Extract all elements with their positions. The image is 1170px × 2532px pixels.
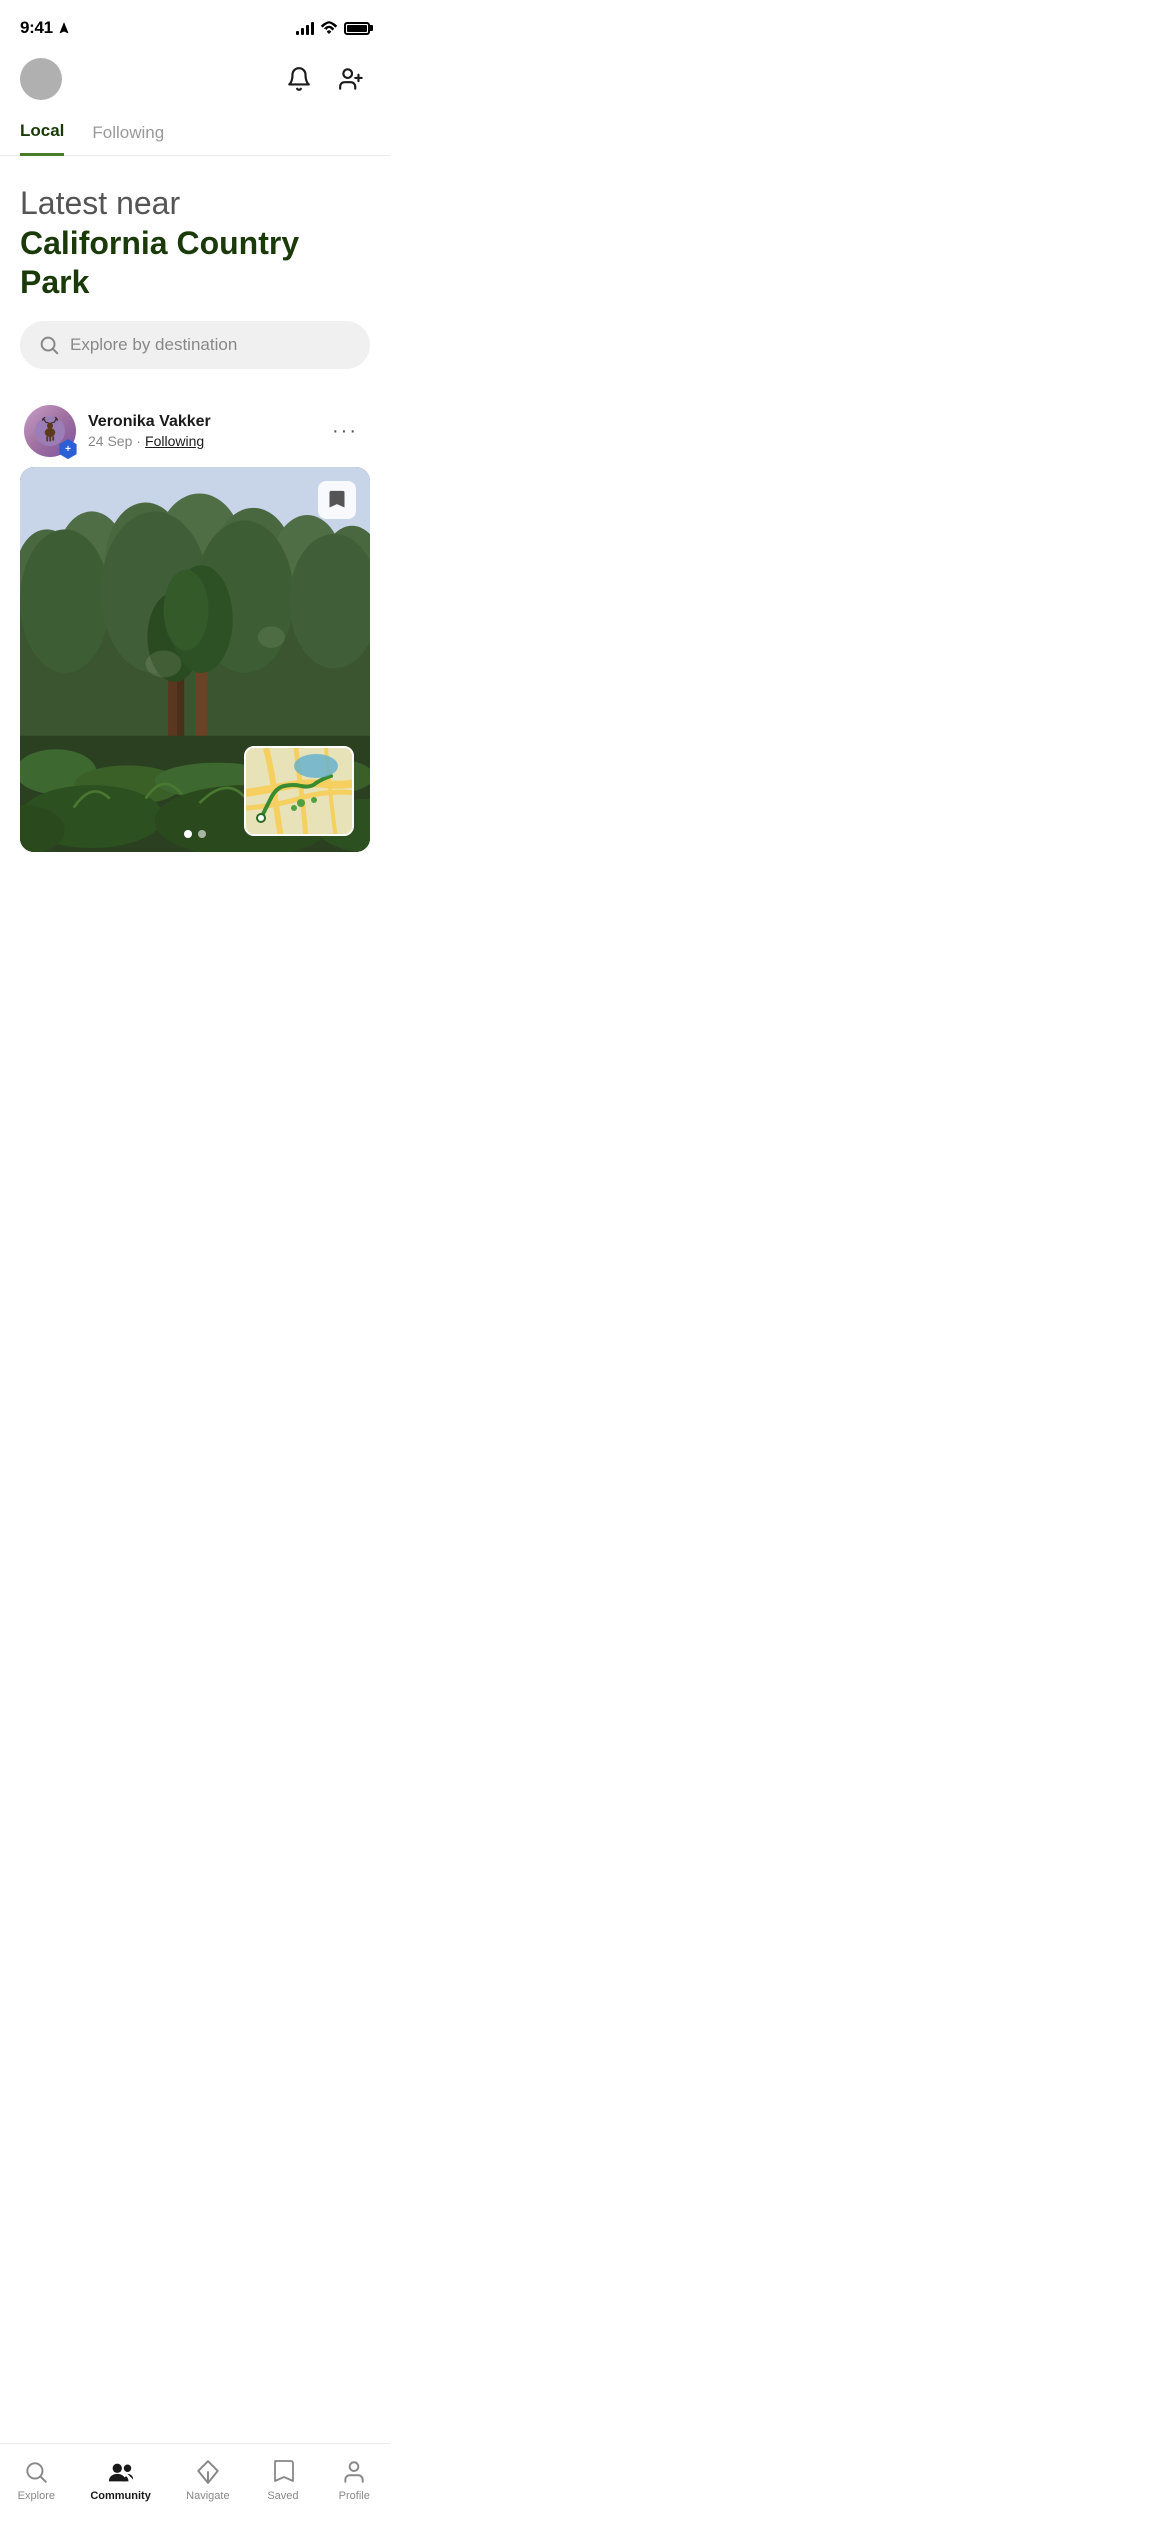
map-thumbnail[interactable]: [244, 746, 354, 836]
search-container: Explore by destination: [20, 321, 370, 369]
profile-icon: [340, 2458, 368, 2486]
post-header: + Veronika Vakker 24 Sep · Following ···: [20, 393, 370, 467]
post-card: + Veronika Vakker 24 Sep · Following ···: [20, 393, 370, 852]
location-arrow-icon: [57, 21, 71, 35]
dot-1: [184, 830, 192, 838]
navigate-icon: [194, 2458, 222, 2486]
status-bar: 9:41: [0, 0, 390, 50]
post-author: + Veronika Vakker 24 Sep · Following: [24, 405, 211, 457]
hero-location: California Country Park: [20, 224, 370, 301]
nav-community[interactable]: Community: [78, 2454, 163, 2506]
author-info: Veronika Vakker 24 Sep · Following: [88, 413, 211, 449]
bookmark-button[interactable]: [318, 481, 356, 519]
signal-bars: [296, 21, 314, 35]
explore-label: Explore: [18, 2490, 55, 2502]
more-options-button[interactable]: ···: [324, 416, 366, 447]
battery-icon: [344, 22, 370, 35]
profile-label: Profile: [339, 2490, 370, 2502]
deer-icon: [35, 416, 65, 446]
author-meta: 24 Sep · Following: [88, 433, 211, 449]
header-actions: [282, 62, 370, 96]
main-content: Latest near California Country Park Expl…: [0, 156, 390, 968]
nav-saved[interactable]: Saved: [253, 2454, 313, 2506]
dot-2: [198, 830, 206, 838]
user-avatar[interactable]: [20, 58, 62, 100]
hero-prefix: Latest near: [20, 184, 370, 222]
header: [0, 50, 390, 112]
tab-following[interactable]: Following: [92, 113, 164, 156]
pagination-dots: [184, 830, 206, 838]
person-add-icon: [338, 66, 366, 92]
following-link[interactable]: Following: [145, 433, 204, 449]
hero-section: Latest near California Country Park: [20, 184, 370, 301]
nav-profile[interactable]: Profile: [324, 2454, 384, 2506]
saved-icon: [269, 2458, 297, 2486]
wifi-icon: [320, 21, 338, 35]
search-placeholder: Explore by destination: [70, 335, 237, 355]
status-icons: [296, 21, 370, 35]
saved-label: Saved: [267, 2490, 298, 2502]
navigate-label: Navigate: [186, 2490, 229, 2502]
search-icon: [38, 334, 60, 356]
author-name: Veronika Vakker: [88, 413, 211, 431]
add-user-button[interactable]: [334, 62, 370, 96]
post-date: 24 Sep: [88, 433, 132, 449]
explore-icon: [22, 2458, 50, 2486]
tabs: Local Following: [0, 112, 390, 156]
meta-separator: ·: [136, 433, 141, 449]
bell-icon: [286, 66, 312, 92]
post-image[interactable]: [20, 467, 370, 852]
community-icon: [107, 2458, 135, 2486]
tab-local[interactable]: Local: [20, 113, 64, 156]
bottom-nav: Explore Community Navigate: [0, 2443, 390, 2532]
nav-explore[interactable]: Explore: [6, 2454, 67, 2506]
community-label: Community: [90, 2490, 151, 2502]
author-avatar-wrap: +: [24, 405, 76, 457]
notification-button[interactable]: [282, 62, 316, 96]
bookmark-icon: [327, 489, 347, 511]
status-time: 9:41: [20, 18, 53, 38]
nav-navigate[interactable]: Navigate: [174, 2454, 241, 2506]
search-bar[interactable]: Explore by destination: [20, 321, 370, 369]
ellipsis-icon: ···: [332, 420, 358, 442]
map-svg: [246, 748, 354, 836]
